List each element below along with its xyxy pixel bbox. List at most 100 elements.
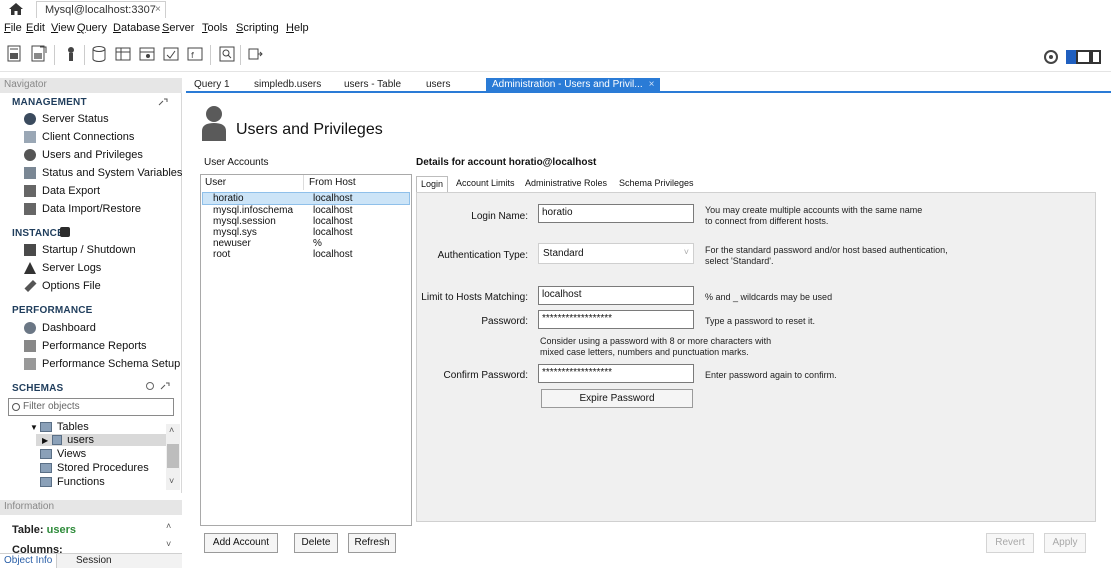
tab-users-table[interactable]: users - Table [344, 79, 401, 90]
chevron-down-icon[interactable]: ˅ [166, 539, 171, 549]
menu-tools[interactable]: Tools [202, 22, 228, 34]
tab-administration-users[interactable]: Administration - Users and Privil... × [486, 78, 661, 93]
tab-administrative-roles[interactable]: Administrative Roles [521, 176, 611, 192]
expand-icon[interactable] [160, 382, 170, 390]
login-name-hint: You may create multiple accounts with th… [705, 205, 923, 226]
tree-functions[interactable]: Functions [40, 476, 105, 488]
menu-file[interactable]: File [4, 22, 22, 34]
reports-icon [24, 340, 36, 352]
tree-tables[interactable]: ▼ Tables [30, 421, 89, 433]
confirm-password-field[interactable]: ****************** [538, 364, 694, 383]
navigator-header: Navigator [0, 78, 182, 93]
table-row[interactable]: mysql.sys localhost [203, 227, 409, 238]
tab-schema-privileges[interactable]: Schema Privileges [615, 176, 698, 192]
tab-login[interactable]: Login [416, 176, 449, 192]
chevron-up-icon[interactable]: ˄ [169, 425, 174, 435]
menu-scripting[interactable]: Scripting [236, 22, 279, 34]
tab-query-1[interactable]: Query 1 [194, 79, 230, 90]
authentication-type-select[interactable]: Standard ˅ [538, 243, 694, 264]
close-icon[interactable]: × [649, 79, 655, 90]
menu-view[interactable]: View [51, 22, 75, 34]
column-header-host[interactable]: From Host [309, 177, 356, 188]
connection-tab[interactable]: Mysql@localhost:3307 × [36, 1, 166, 18]
schema-tree-scrollbar[interactable]: ˄ ˅ [166, 424, 180, 490]
create-procedure-icon[interactable] [162, 45, 180, 63]
authentication-hint: For the standard password and/or host ba… [705, 245, 948, 266]
views-folder-icon [40, 449, 52, 460]
column-header-user[interactable]: User [205, 177, 226, 188]
tree-views[interactable]: Views [40, 448, 86, 460]
tables-folder-icon [39, 422, 52, 433]
instance-status-icon [60, 227, 70, 237]
create-function-icon[interactable]: f [186, 45, 204, 63]
chevron-up-icon[interactable]: ˄ [166, 521, 171, 531]
authentication-type-label: Authentication Type: [437, 250, 528, 261]
server-status-icon [24, 113, 36, 125]
info-tabs: Object Info Session [0, 553, 182, 568]
search-table-data-icon[interactable] [218, 45, 236, 63]
inspector-icon[interactable] [62, 45, 80, 63]
home-icon[interactable] [8, 2, 24, 16]
info-table-line: Table: users [12, 524, 76, 536]
open-sql-script-icon[interactable] [30, 45, 48, 63]
settings-icon[interactable] [1044, 50, 1058, 64]
password-field[interactable]: ****************** [538, 310, 694, 329]
toolbar-separator [210, 45, 211, 65]
toggle-sidebar-icon[interactable] [1066, 50, 1076, 64]
tab-session[interactable]: Session [76, 555, 112, 566]
tree-stored-procedures[interactable]: Stored Procedures [40, 462, 149, 474]
apply-button[interactable]: Apply [1044, 533, 1086, 553]
client-connections-icon [24, 131, 36, 143]
workbench-window: Mysql@localhost:3307 × File Edit View Qu… [0, 0, 1111, 568]
dashboard-icon [24, 322, 36, 334]
scrollbar-thumb[interactable] [167, 444, 179, 468]
revert-button[interactable]: Revert [986, 533, 1034, 553]
schema-setup-icon [24, 358, 36, 370]
toolbar-separator [84, 45, 85, 65]
page-title: Users and Privileges [236, 121, 383, 138]
hosts-matching-label: Limit to Hosts Matching: [421, 292, 528, 303]
menu-edit[interactable]: Edit [26, 22, 45, 34]
user-icon [202, 106, 226, 141]
login-name-input[interactable]: horatio [538, 204, 694, 223]
password-advice: Consider using a password with 8 or more… [540, 336, 772, 357]
menu-server[interactable]: Server [162, 22, 194, 34]
close-icon[interactable]: × [155, 4, 161, 15]
table-row[interactable]: newuser% [203, 238, 409, 249]
connection-tab-strip: Mysql@localhost:3307 × [0, 0, 1111, 18]
hosts-matching-input[interactable]: localhost [538, 286, 694, 305]
chevron-down-icon[interactable]: ˅ [169, 476, 174, 486]
search-icon [12, 403, 20, 411]
password-label: Password: [481, 316, 528, 327]
tab-users[interactable]: users [426, 79, 450, 90]
user-accounts-label: User Accounts [204, 157, 269, 168]
user-icon [24, 149, 36, 161]
table-row[interactable]: horatio localhost [202, 192, 410, 205]
confirm-password-hint: Enter password again to confirm. [705, 370, 837, 380]
new-sql-tab-icon[interactable] [6, 45, 24, 63]
tab-account-limits[interactable]: Account Limits [452, 176, 519, 192]
account-details-heading: Details for account horatio@localhost [416, 157, 597, 168]
add-account-button[interactable]: Add Account [204, 533, 278, 553]
tree-table-users[interactable]: ▶ users [36, 434, 166, 446]
create-view-icon[interactable] [138, 45, 156, 63]
refresh-button[interactable]: Refresh [348, 533, 396, 553]
reconnect-icon[interactable] [246, 45, 264, 63]
toggle-secondary-sidebar-icon[interactable] [1091, 50, 1101, 64]
create-table-icon[interactable] [114, 45, 132, 63]
create-schema-icon[interactable] [90, 45, 108, 63]
tab-simpledb-users[interactable]: simpledb.users [254, 79, 321, 90]
tab-object-info[interactable]: Object Info [0, 554, 58, 568]
expand-icon[interactable] [158, 98, 168, 106]
schema-filter-input[interactable]: Filter objects [8, 398, 174, 416]
menu-help[interactable]: Help [286, 22, 309, 34]
expire-password-button[interactable]: Expire Password [541, 389, 693, 408]
refresh-schemas-icon[interactable] [146, 382, 154, 390]
menu-database[interactable]: Database [113, 22, 160, 34]
user-accounts-table: User From Host horatio localhost mysql.in… [200, 174, 412, 526]
chevron-down-icon: ˅ [683, 247, 689, 257]
delete-button[interactable]: Delete [294, 533, 338, 553]
import-icon [24, 203, 36, 215]
toggle-output-icon[interactable] [1076, 50, 1091, 64]
menu-query[interactable]: Query [77, 22, 107, 34]
